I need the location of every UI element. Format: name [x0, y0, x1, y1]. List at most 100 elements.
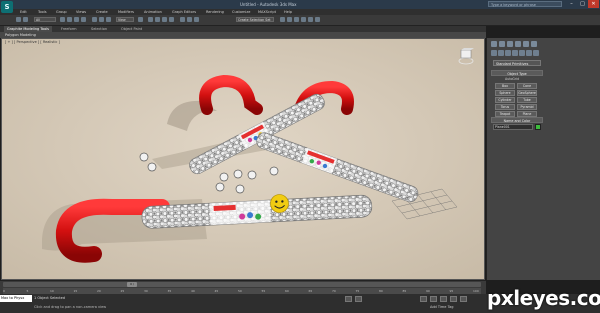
undo-icon[interactable]: [16, 17, 21, 22]
maximize-button[interactable]: □: [577, 0, 588, 8]
frame-tick-label: 65: [308, 289, 313, 293]
play-button[interactable]: [440, 296, 447, 302]
object-name-field[interactable]: Plane001: [493, 124, 533, 130]
shapes-icon[interactable]: [498, 50, 504, 56]
name-and-color-rollout[interactable]: Name and Color: [491, 117, 543, 123]
helpers-icon[interactable]: [519, 50, 525, 56]
render-setup-icon[interactable]: [301, 17, 306, 22]
reference-coordinate-dropdown[interactable]: View: [116, 17, 134, 22]
frame-tick-label: 95: [449, 289, 454, 293]
prompt-hint: Click and drag to pan a non-camera view: [34, 305, 107, 309]
tube-button[interactable]: Tube: [517, 97, 537, 103]
display-tab-icon[interactable]: [523, 41, 529, 47]
pyramid-button[interactable]: Pyramid: [517, 104, 537, 110]
cameras-icon[interactable]: [512, 50, 518, 56]
redo-icon[interactable]: [23, 17, 28, 22]
frame-tick-label: 60: [285, 289, 289, 293]
snap-icon[interactable]: [148, 17, 153, 22]
material-editor-icon[interactable]: [294, 17, 299, 22]
window-title: Untitled - Autodesk 3ds Max: [240, 2, 297, 7]
frame-tick-label: 55: [261, 289, 266, 293]
lock-selection-icon[interactable]: [345, 296, 352, 302]
auto-key-button[interactable]: [420, 296, 427, 302]
frame-tick-label: 70: [332, 289, 336, 293]
minimize-button[interactable]: –: [566, 0, 577, 8]
create-tab-icon[interactable]: [491, 41, 497, 47]
torus-button[interactable]: Torus: [495, 104, 515, 110]
app-logo-icon[interactable]: S: [1, 1, 13, 13]
main-toolbar: All View Create Selection Set: [0, 15, 600, 26]
spinner-snap-icon[interactable]: [169, 17, 174, 22]
move-icon[interactable]: [92, 17, 97, 22]
lights-icon[interactable]: [505, 50, 511, 56]
frame-tick-label: 20: [97, 289, 101, 293]
geosphere-button[interactable]: GeoSphere: [517, 90, 537, 96]
cylinder-button[interactable]: Cylinder: [495, 97, 515, 103]
selection-status: 1 Object Selected: [34, 296, 66, 300]
timeline: 0 / 100 0 5 10 15 20 25 30 35 40 45 50 55 60 65 70 75 80…: [0, 280, 486, 295]
angle-snap-icon[interactable]: [155, 17, 160, 22]
frame-tick-label: 100: [473, 289, 479, 293]
motion-tab-icon[interactable]: [515, 41, 521, 47]
perspective-viewport[interactable]: [ + ] [ Perspective ] [ Realistic ]: [1, 38, 485, 280]
utilities-tab-icon[interactable]: [531, 41, 537, 47]
rotate-icon[interactable]: [99, 17, 104, 22]
viewport-label[interactable]: [ + ] [ Perspective ] [ Realistic ]: [5, 40, 60, 44]
command-panel: Standard Primitives Object Type AutoGrid…: [486, 38, 600, 280]
category-dropdown[interactable]: Standard Primitives: [493, 60, 541, 66]
next-frame-button[interactable]: [450, 296, 457, 302]
frame-tick-label: 25: [120, 289, 125, 293]
window-crossing-icon[interactable]: [81, 17, 86, 22]
curve-editor-icon[interactable]: [280, 17, 285, 22]
geometry-icon[interactable]: [491, 50, 497, 56]
add-time-tag[interactable]: Add Time Tag: [430, 305, 454, 309]
autogrid-checkbox[interactable]: AutoGrid: [505, 77, 519, 81]
frame-tick-label: 90: [426, 289, 430, 293]
select-object-icon[interactable]: [60, 17, 65, 22]
frame-tick-label: 45: [214, 289, 219, 293]
frame-tick-label: 50: [238, 289, 242, 293]
mirror-icon[interactable]: [180, 17, 185, 22]
frame-tick-label: 40: [191, 289, 195, 293]
frame-tick-label: 85: [402, 289, 407, 293]
named-selection-set-dropdown[interactable]: Create Selection Set: [236, 17, 274, 22]
object-color-swatch[interactable]: [535, 124, 541, 130]
frame-tick-label: 5: [26, 289, 29, 293]
render-frame-icon[interactable]: [308, 17, 313, 22]
percent-snap-icon[interactable]: [162, 17, 167, 22]
box-button[interactable]: Box: [495, 83, 515, 89]
viewcube-icon[interactable]: [458, 47, 474, 67]
close-button[interactable]: ✕: [588, 0, 599, 8]
go-to-end-button[interactable]: [460, 296, 467, 302]
render-teapot-icon[interactable]: [315, 17, 320, 22]
time-slider-thumb[interactable]: 0 / 100: [127, 282, 137, 291]
rectangular-selection-icon[interactable]: [74, 17, 79, 22]
frame-tick-label: 0: [3, 289, 5, 293]
frame-tick-label: 75: [355, 289, 360, 293]
pivot-icon[interactable]: [138, 17, 143, 22]
scale-icon[interactable]: [106, 17, 111, 22]
layer-manager-icon[interactable]: [194, 17, 199, 22]
cone-button[interactable]: Cone: [517, 83, 537, 89]
maxscript-listener[interactable]: Max to Physx: [0, 295, 32, 302]
absolute-mode-icon[interactable]: [355, 296, 362, 302]
space-warps-icon[interactable]: [526, 50, 532, 56]
scene-render: [2, 39, 484, 279]
object-type-rollout[interactable]: Object Type: [491, 70, 543, 76]
modify-tab-icon[interactable]: [499, 41, 505, 47]
pxleyes-watermark: pxleyes.com: [487, 286, 600, 310]
frame-tick-label: 35: [167, 289, 172, 293]
frame-tick-label: 15: [73, 289, 78, 293]
schematic-view-icon[interactable]: [287, 17, 292, 22]
frame-tick-label: 10: [50, 289, 54, 293]
systems-icon[interactable]: [533, 50, 539, 56]
time-slider[interactable]: [3, 282, 481, 287]
select-by-name-icon[interactable]: [67, 17, 72, 22]
selection-filter-dropdown[interactable]: All: [34, 17, 56, 22]
hierarchy-tab-icon[interactable]: [507, 41, 513, 47]
search-input[interactable]: Type a keyword or phrase: [488, 1, 562, 7]
set-key-button[interactable]: [430, 296, 437, 302]
align-icon[interactable]: [187, 17, 192, 22]
frame-tick-label: 80: [379, 289, 383, 293]
sphere-button[interactable]: Sphere: [495, 90, 515, 96]
